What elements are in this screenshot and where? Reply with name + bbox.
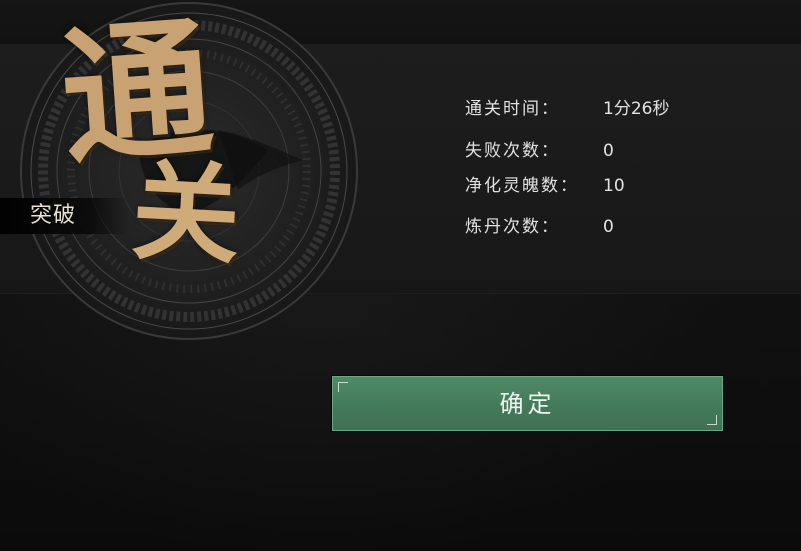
stat-value: 0 bbox=[603, 141, 614, 161]
confirm-button-label: 确定 bbox=[499, 390, 556, 418]
stat-label: 通关时间： bbox=[465, 99, 560, 119]
clear-title-char-2: 关 bbox=[128, 148, 244, 280]
confirm-button[interactable]: 确定 bbox=[332, 376, 723, 431]
stat-label: 炼丹次数： bbox=[465, 217, 560, 237]
stat-value: 0 bbox=[603, 217, 614, 237]
stat-value: 10 bbox=[603, 176, 625, 196]
game-result-screen: 通 关 突破 通关时间： 1分26秒 失败次数： 0 净化灵魄数： 10 炼丹次… bbox=[0, 0, 801, 551]
breakthrough-label: 突破 bbox=[30, 203, 77, 228]
stat-label: 失败次数： bbox=[465, 141, 560, 161]
stat-label: 净化灵魄数： bbox=[465, 176, 579, 196]
stat-value: 1分26秒 bbox=[603, 99, 670, 119]
